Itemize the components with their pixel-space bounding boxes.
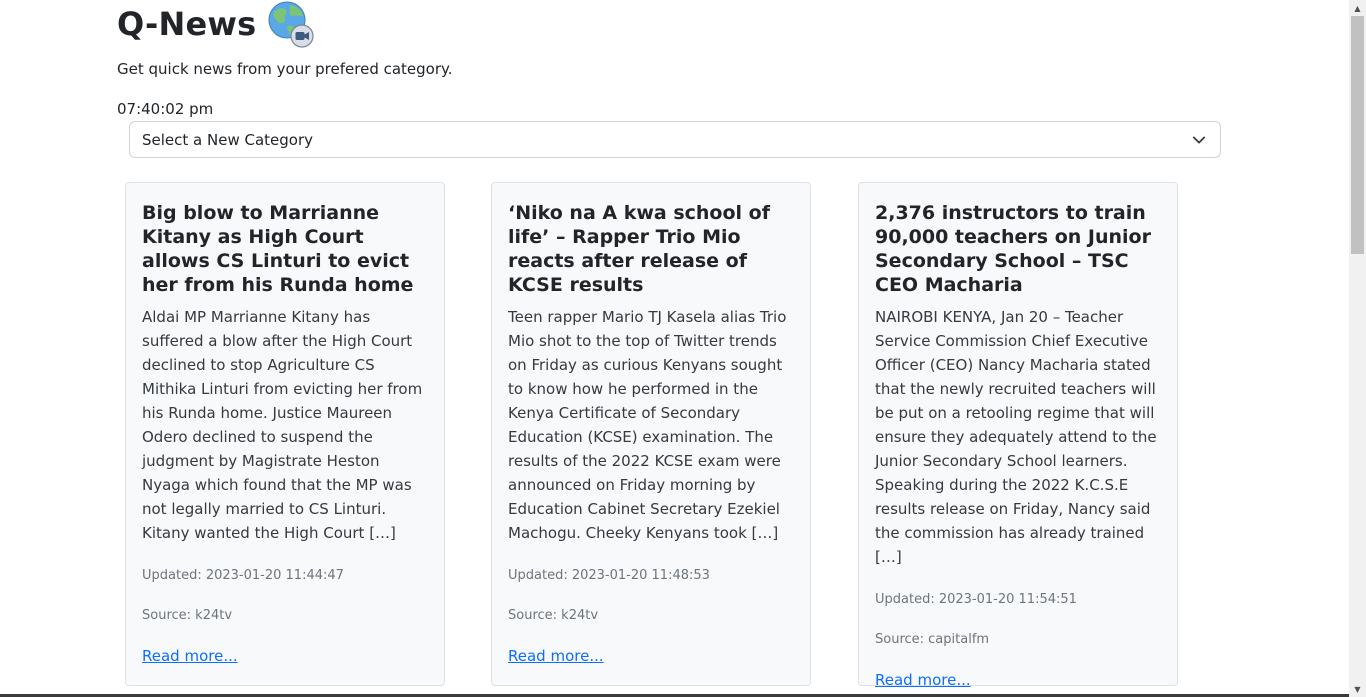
category-select[interactable]: Select a New Category: [129, 121, 1221, 158]
clock-time: 07:40:02 pm: [117, 100, 214, 118]
news-card: Big blow to Marrianne Kitany as High Cou…: [125, 182, 445, 686]
read-more-link[interactable]: Read more...: [508, 646, 604, 666]
card-title: ‘Niko na A kwa school of life’ – Rapper …: [508, 202, 770, 296]
card-updated: Updated: 2023-01-20 11:44:47: [142, 568, 344, 583]
read-more-link[interactable]: Read more...: [142, 646, 238, 666]
scroll-up-arrow-icon[interactable]: ▲: [1349, 0, 1366, 16]
tagline: Get quick news from your prefered catego…: [117, 60, 453, 78]
category-select-value: Select a New Category: [142, 130, 314, 149]
read-more-link[interactable]: Read more...: [875, 670, 971, 690]
card-source: Source: k24tv: [142, 608, 233, 623]
news-card: ‘Niko na A kwa school of life’ – Rapper …: [491, 182, 811, 686]
vertical-scrollbar[interactable]: ▲ ▼: [1349, 0, 1366, 697]
card-updated: Updated: 2023-01-20 11:48:53: [508, 568, 710, 583]
app-title: Q-News: [117, 5, 257, 43]
card-summary: Aldai MP Marrianne Kitany has suffered a…: [142, 308, 423, 542]
card-title: Big blow to Marrianne Kitany as High Cou…: [142, 202, 414, 296]
scrollbar-thumb[interactable]: [1351, 16, 1364, 254]
card-source: Source: capitalfm: [875, 632, 990, 647]
globe-camera-icon: [268, 1, 314, 48]
card-summary: NAIROBI KENYA, Jan 20 – Teacher Service …: [875, 308, 1157, 566]
card-title: 2,376 instructors to train 90,000 teache…: [875, 202, 1151, 296]
header: Q-News: [117, 0, 314, 48]
news-card: 2,376 instructors to train 90,000 teache…: [858, 182, 1178, 689]
page: Q-News Get quick news from your prefered…: [0, 0, 1366, 697]
card-updated: Updated: 2023-01-20 11:54:51: [875, 592, 1077, 607]
chevron-down-icon: [1192, 136, 1206, 144]
card-source: Source: k24tv: [508, 608, 599, 623]
scroll-down-arrow-icon[interactable]: ▼: [1349, 681, 1366, 697]
card-summary: Teen rapper Mario TJ Kasela alias Trio M…: [508, 308, 787, 542]
